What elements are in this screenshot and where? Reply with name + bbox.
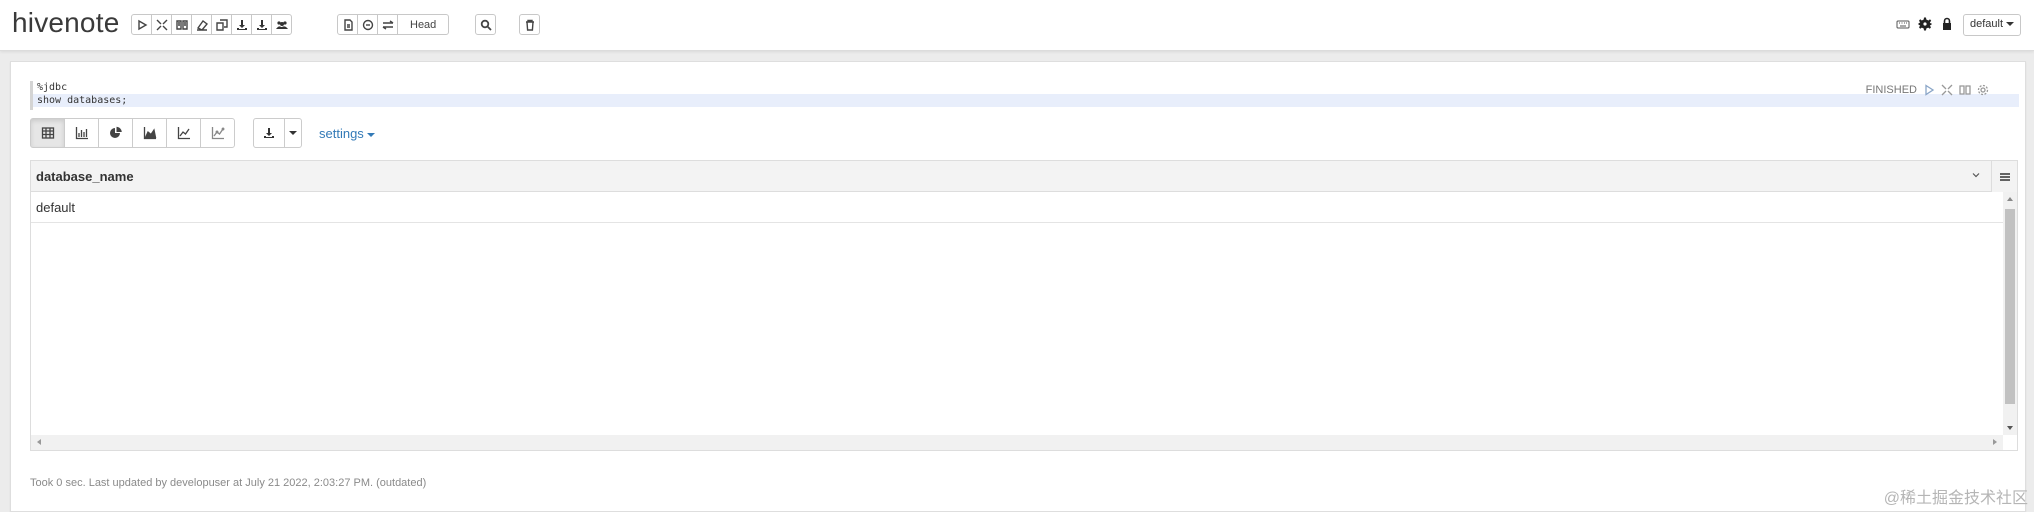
paragraph-card: %jdbc show databases; FINISHED settings … xyxy=(10,61,2026,512)
download-csv-button[interactable] xyxy=(253,118,285,148)
book-icon xyxy=(175,19,188,30)
search-button[interactable] xyxy=(475,14,496,35)
run-all-button[interactable] xyxy=(131,14,152,35)
revision-toolbar: Head xyxy=(337,14,450,35)
chevron-down-icon[interactable] xyxy=(1971,170,1981,180)
gear-icon[interactable] xyxy=(1977,84,1989,96)
toggle-output-button[interactable] xyxy=(171,14,192,35)
scroll-right-icon[interactable] xyxy=(1993,439,1997,445)
lock-icon[interactable] xyxy=(1940,17,1954,31)
exchange-icon xyxy=(382,19,393,30)
visualization-toolbar xyxy=(30,118,235,148)
book-icon[interactable] xyxy=(1959,84,1971,96)
file-icon xyxy=(343,18,353,31)
collaborators-button[interactable] xyxy=(271,14,292,35)
grid-menu-button[interactable] xyxy=(1991,161,2017,192)
head-label: Head xyxy=(410,18,437,31)
users-icon xyxy=(275,20,288,29)
scroll-up-icon[interactable] xyxy=(2007,197,2013,201)
chevron-down-icon xyxy=(2006,22,2015,27)
scatter-chart-button[interactable] xyxy=(200,118,235,148)
notebook-header: hivenote Head default xyxy=(0,0,2034,51)
line-chart-button[interactable] xyxy=(166,118,201,148)
vertical-scrollbar[interactable] xyxy=(2003,192,2017,435)
notebook-title[interactable]: hivenote xyxy=(12,7,119,39)
compare-revisions-button[interactable] xyxy=(377,14,398,35)
clear-output-button[interactable] xyxy=(191,14,212,35)
download-icon xyxy=(256,19,267,30)
scroll-down-icon[interactable] xyxy=(2007,426,2013,430)
download-icon xyxy=(236,19,247,30)
table-icon xyxy=(41,127,54,139)
keyboard-icon[interactable] xyxy=(1896,17,1910,31)
result-table: database_name default xyxy=(30,160,2018,451)
scatter-chart-icon xyxy=(211,127,224,140)
minus-circle-icon xyxy=(362,19,373,30)
status-label: FINISHED xyxy=(1865,84,1917,96)
table-cell: default xyxy=(36,200,76,215)
trash-icon xyxy=(525,19,534,31)
pie-chart-icon xyxy=(109,126,122,138)
code-line: %jdbc xyxy=(37,82,68,93)
chevron-down-icon xyxy=(366,132,375,137)
bar-chart-button[interactable] xyxy=(64,118,99,148)
head-revision-button[interactable]: Head xyxy=(397,14,450,35)
caret-down-icon xyxy=(289,131,297,135)
area-chart-icon xyxy=(143,127,156,140)
area-chart-button[interactable] xyxy=(132,118,167,148)
expand-icon xyxy=(156,19,167,30)
table-row[interactable]: default xyxy=(31,192,2004,223)
expand-icon[interactable] xyxy=(1941,84,1953,96)
search-toolbar xyxy=(475,14,496,35)
eraser-icon xyxy=(196,19,208,31)
settings-link[interactable]: settings xyxy=(319,126,375,141)
pie-chart-button[interactable] xyxy=(98,118,133,148)
paragraph-status-bar: FINISHED xyxy=(1866,84,1989,96)
interpreter-dropdown[interactable]: default xyxy=(1963,14,2022,36)
download-toolbar xyxy=(253,118,302,148)
horizontal-scrollbar[interactable] xyxy=(31,435,2003,450)
revision-compare-button[interactable] xyxy=(357,14,378,35)
code-line: show databases; xyxy=(33,94,2019,107)
export-button[interactable] xyxy=(231,14,252,35)
copy-icon xyxy=(215,18,228,31)
delete-notebook-button[interactable] xyxy=(519,14,540,35)
gear-icon[interactable] xyxy=(1918,17,1932,31)
scrollbar-thumb[interactable] xyxy=(2005,209,2015,404)
delete-toolbar xyxy=(519,14,540,35)
watermark: @稀土掘金技术社区 xyxy=(1883,490,2028,507)
paragraph-footer: Took 0 sec. Last updated by developuser … xyxy=(30,477,427,489)
commit-button[interactable] xyxy=(337,14,358,35)
bar-chart-icon xyxy=(75,127,88,140)
line-chart-icon xyxy=(177,127,190,140)
play-icon[interactable] xyxy=(1923,84,1935,96)
header-right-icons xyxy=(1896,17,1954,31)
download-icon xyxy=(264,128,274,138)
column-header[interactable]: database_name xyxy=(31,161,1991,192)
toggle-code-button[interactable] xyxy=(151,14,172,35)
export-alt-button[interactable] xyxy=(251,14,272,35)
download-options-dropdown[interactable] xyxy=(284,118,302,148)
code-editor[interactable]: %jdbc show databases; xyxy=(30,81,2019,110)
table-view-button[interactable] xyxy=(30,118,65,148)
notebook-actions-toolbar xyxy=(131,14,292,35)
scroll-left-icon[interactable] xyxy=(37,439,41,445)
interpreter-dropdown-label: default xyxy=(1970,18,2004,30)
hamburger-icon xyxy=(1999,172,2010,181)
search-icon xyxy=(480,19,492,31)
column-header-label: database_name xyxy=(36,169,134,184)
clone-button[interactable] xyxy=(211,14,232,35)
play-icon xyxy=(137,19,147,30)
settings-label: settings xyxy=(319,126,364,141)
